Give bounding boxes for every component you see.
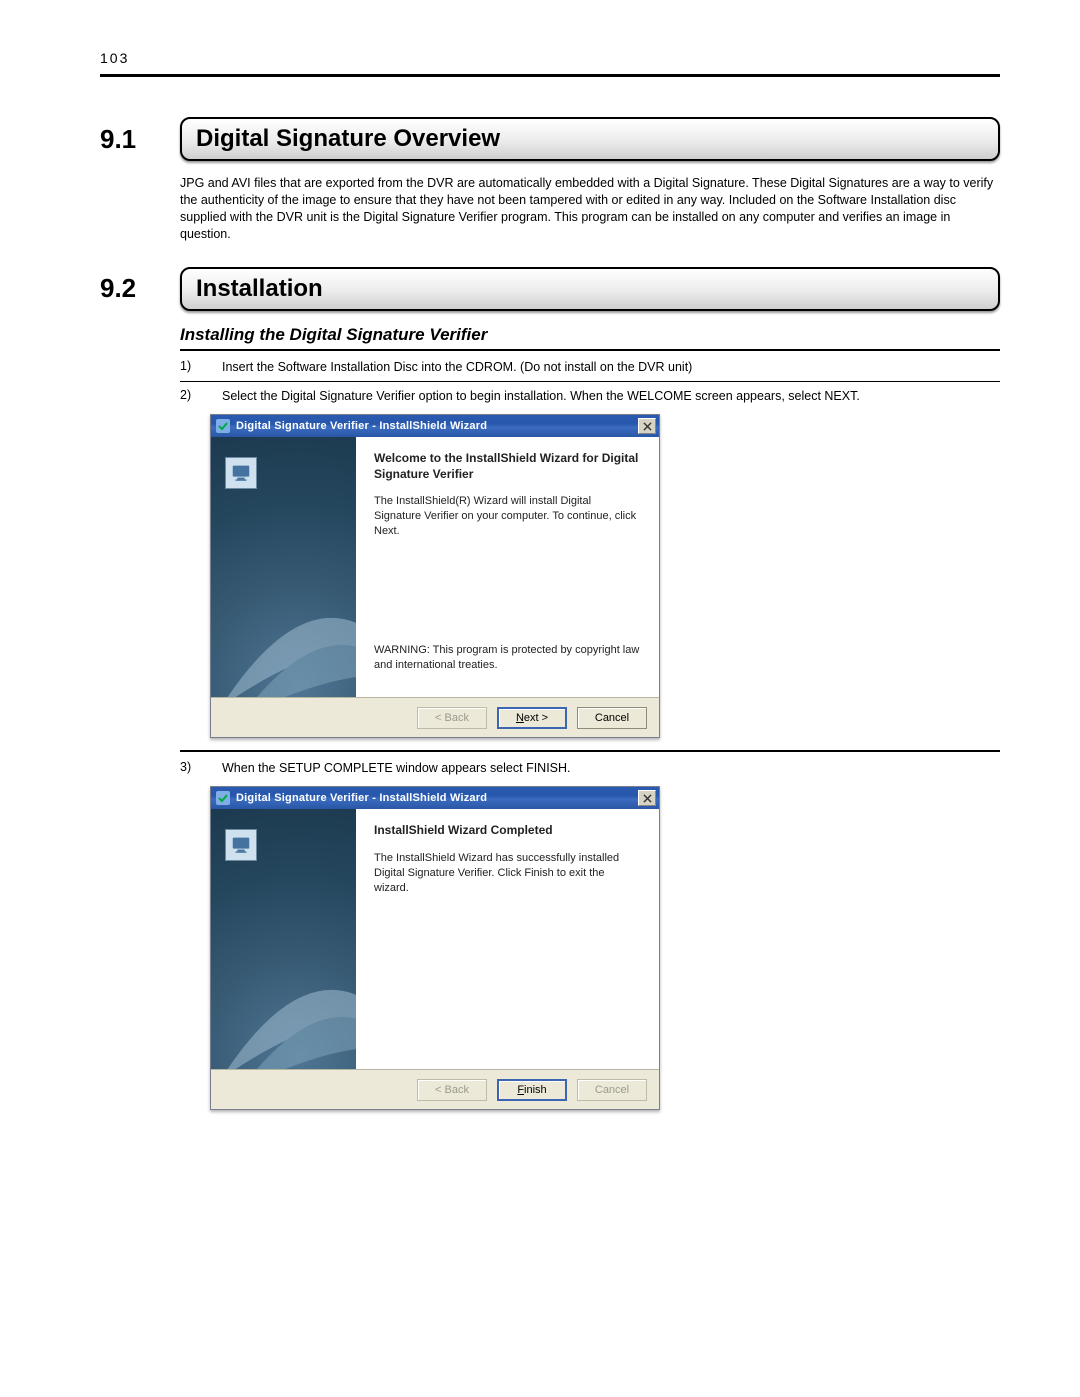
page-header: 103 [100, 50, 1000, 68]
step-text: Select the Digital Signature Verifier op… [222, 388, 1000, 404]
titlebar: Digital Signature Verifier - InstallShie… [211, 787, 659, 809]
spacer [374, 1030, 641, 1045]
back-button: < Back [417, 707, 487, 729]
installer-window: Digital Signature Verifier - InstallShie… [210, 786, 660, 1110]
wizard-heading: InstallShield Wizard Completed [374, 823, 641, 839]
installer-footer: < Back Finish Cancel [211, 1069, 659, 1109]
step-text: Insert the Software Installation Disc in… [222, 359, 1000, 375]
installer-icon [216, 419, 230, 433]
step-text: When the SETUP COMPLETE window appears s… [222, 760, 1000, 776]
installer-content: Welcome to the InstallShield Wizard for … [356, 437, 659, 697]
section-title: Installation [180, 267, 1000, 311]
header-rule [100, 74, 1000, 77]
back-button: < Back [417, 1079, 487, 1101]
titlebar-text: Digital Signature Verifier - InstallShie… [236, 420, 638, 432]
step-list-2: 3) When the SETUP COMPLETE window appear… [180, 760, 1000, 776]
step-number: 3) [180, 760, 204, 776]
installer-footer: < Back Next > Cancel [211, 697, 659, 737]
finish-button[interactable]: Finish [497, 1079, 567, 1101]
step-3: 3) When the SETUP COMPLETE window appear… [180, 760, 1000, 776]
subhead-rule [180, 349, 1000, 351]
cancel-button: Cancel [577, 1079, 647, 1101]
section-number: 9.1 [100, 117, 180, 161]
section-rule-mid [180, 750, 1000, 752]
installer-welcome: Digital Signature Verifier - InstallShie… [210, 414, 1000, 738]
step-divider [180, 381, 1000, 382]
wizard-description: The InstallShield(R) Wizard will install… [374, 494, 641, 539]
installer-body: Welcome to the InstallShield Wizard for … [211, 437, 659, 697]
installer-icon [216, 791, 230, 805]
section-9-2: 9.2 Installation [100, 267, 1000, 311]
step-number: 2) [180, 388, 204, 404]
step-number: 1) [180, 359, 204, 375]
installer-content: InstallShield Wizard Completed The Insta… [356, 809, 659, 1069]
titlebar-text: Digital Signature Verifier - InstallShie… [236, 792, 638, 804]
side-graphic [211, 809, 356, 1069]
computer-icon [225, 457, 257, 489]
cancel-button[interactable]: Cancel [577, 707, 647, 729]
swoosh-icon [211, 899, 356, 1069]
overview-paragraph: JPG and AVI files that are exported from… [180, 175, 1000, 243]
page-number: 103 [100, 50, 129, 66]
step-2: 2) Select the Digital Signature Verifier… [180, 388, 1000, 404]
subsection-heading: Installing the Digital Signature Verifie… [180, 325, 1000, 345]
computer-icon [225, 829, 257, 861]
section-title: Digital Signature Overview [180, 117, 1000, 161]
wizard-heading: Welcome to the InstallShield Wizard for … [374, 451, 641, 482]
installer-complete: Digital Signature Verifier - InstallShie… [210, 786, 1000, 1110]
section-9-1: 9.1 Digital Signature Overview [100, 117, 1000, 161]
step-list: 1) Insert the Software Installation Disc… [180, 359, 1000, 405]
installer-window: Digital Signature Verifier - InstallShie… [210, 414, 660, 738]
installer-body: InstallShield Wizard Completed The Insta… [211, 809, 659, 1069]
step-1: 1) Insert the Software Installation Disc… [180, 359, 1000, 375]
wizard-description: The InstallShield Wizard has successfull… [374, 851, 641, 896]
side-graphic [211, 437, 356, 697]
close-button[interactable] [638, 790, 656, 806]
section-number: 9.2 [100, 267, 180, 311]
next-button[interactable]: Next > [497, 707, 567, 729]
wizard-warning: WARNING: This program is protected by co… [374, 643, 641, 673]
close-button[interactable] [638, 418, 656, 434]
swoosh-icon [211, 527, 356, 697]
titlebar: Digital Signature Verifier - InstallShie… [211, 415, 659, 437]
